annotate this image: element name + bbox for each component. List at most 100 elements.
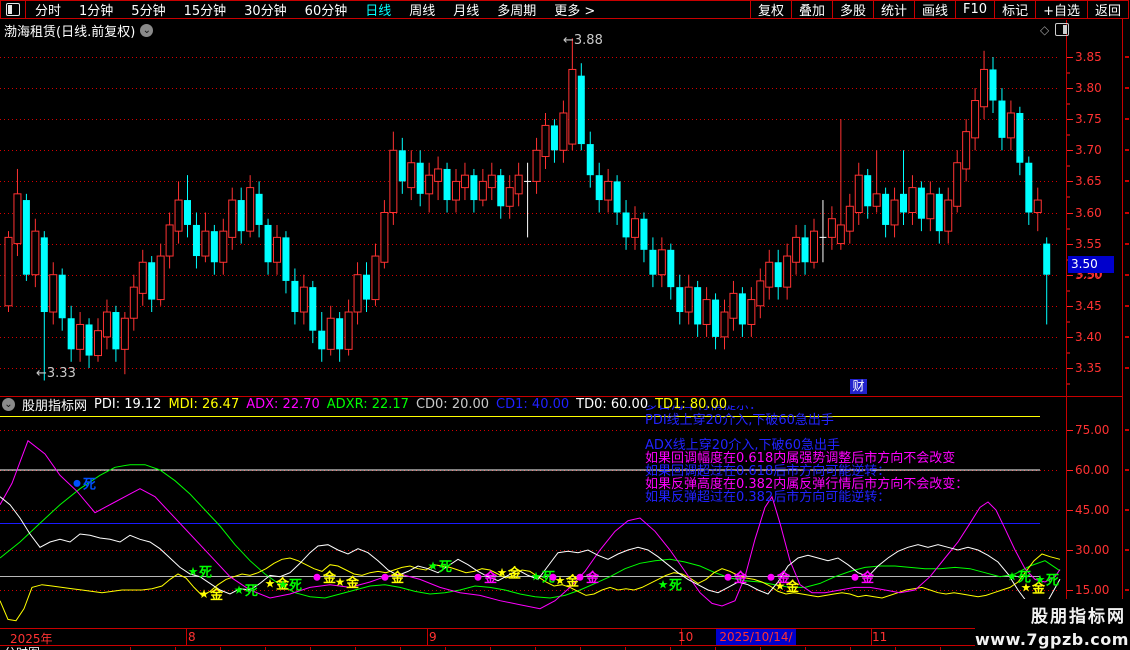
date-axis-tick [186, 629, 187, 645]
toolbar-right-buttons: 复权叠加多股统计画线F10标记+自选返回 [750, 1, 1128, 18]
axis-tick [1125, 429, 1129, 431]
svg-text:死: 死 [669, 579, 682, 594]
toolbar-button[interactable]: F10 [955, 1, 994, 18]
timeframe-list: 分时1分钟5分钟15分钟30分钟60分钟日线周线月线多周期更多 > [26, 0, 604, 20]
price-axis-label: 3.85 [1075, 50, 1117, 64]
indicator-value: ADX: 22.70 [246, 397, 320, 412]
date-axis-label: 8 [188, 630, 196, 644]
axis-tick [1125, 509, 1129, 511]
svg-text:金: 金 [345, 575, 360, 591]
timeframe-item[interactable]: 60分钟 [296, 4, 357, 19]
axis-tick [1125, 87, 1129, 89]
window-split-icon [6, 3, 20, 16]
svg-text:★: ★ [497, 566, 508, 580]
timeframe-item[interactable]: 更多 > [545, 4, 604, 19]
timeframe-item[interactable]: 日线 [356, 4, 400, 19]
svg-text:★: ★ [775, 579, 786, 593]
toolbar-button[interactable]: 统计 [873, 1, 914, 18]
indicator-axis-label: 60.00 [1075, 463, 1117, 477]
svg-text:★: ★ [531, 570, 542, 584]
indicator-dropdown-icon[interactable]: ⌄ [2, 398, 15, 411]
toolbar-button[interactable]: 标记 [994, 1, 1035, 18]
svg-text:★: ★ [1035, 572, 1046, 586]
svg-text:★: ★ [1021, 580, 1032, 594]
timeframe-item[interactable]: 5分钟 [122, 4, 174, 19]
svg-text:★: ★ [335, 575, 346, 589]
svg-text:金: 金 [507, 566, 522, 582]
window-control-button[interactable] [1, 1, 26, 18]
indicator-value: TD0: 60.00 [576, 397, 648, 412]
price-axis-label: 3.75 [1075, 112, 1117, 126]
cross-markers: 死★死★金★死★金★死金★金金★死金★金★死★金金★死金金★金金★死★金★死 [74, 477, 1060, 603]
price-axis-label: 3.70 [1075, 143, 1117, 157]
axis-tick [1125, 469, 1129, 471]
timeframe-item[interactable]: 15分钟 [175, 4, 236, 19]
top-toolbar: 分时1分钟5分钟15分钟30分钟60分钟日线周线月线多周期更多 > 复权叠加多股… [0, 0, 1129, 19]
svg-text:★: ★ [428, 559, 439, 573]
indicator-value: ADXR: 22.17 [327, 397, 409, 412]
indicator-value: PDI: 19.12 [94, 397, 161, 412]
stock-title-row: 渤海租赁(日线.前复权) ⌄ [4, 21, 153, 40]
current-price-tag: 3.50 [1068, 256, 1114, 273]
title-dropdown-icon[interactable]: ⌄ [140, 24, 153, 37]
timeframe-item[interactable]: 周线 [400, 4, 444, 19]
svg-text:金: 金 [585, 570, 600, 586]
svg-text:死: 死 [289, 579, 302, 594]
candles [5, 38, 1050, 380]
chart-corner-icons: ◇ [1040, 23, 1069, 36]
indicator-value: CD1: 40.00 [496, 397, 569, 412]
svg-text:★: ★ [188, 564, 199, 578]
axis-tick [1125, 212, 1129, 214]
svg-text:死: 死 [1046, 573, 1059, 588]
stock-title: 渤海租赁(日线.前复权) [4, 21, 135, 40]
axis-tick [1125, 56, 1129, 58]
toolbar-button[interactable]: 叠加 [791, 1, 832, 18]
indicator-value: TD1: 80.00 [655, 397, 727, 412]
timeframe-item[interactable]: 30分钟 [235, 4, 296, 19]
indicator-name: 股朋指标网 [22, 395, 87, 414]
axis-tick [1125, 274, 1129, 276]
svg-text:★: ★ [658, 578, 669, 592]
toolbar-button[interactable]: 返回 [1087, 1, 1128, 18]
maximize-panel-icon[interactable] [1055, 23, 1069, 36]
timeframe-item[interactable]: 1分钟 [70, 4, 122, 19]
date-axis-label: 10 [678, 630, 693, 644]
price-axis-label: 3.60 [1075, 206, 1117, 220]
timeframe-item[interactable]: 月线 [444, 4, 488, 19]
svg-text:★: ★ [1007, 570, 1018, 584]
indicator-chart[interactable]: 死★死★金★死★金★死金★金金★死金★金★死★金金★死金金★金金★死★金★死 [0, 413, 1122, 628]
axis-tick [1125, 149, 1129, 151]
axis-tick [1125, 336, 1129, 338]
axis-tick [1125, 180, 1129, 182]
timeframe-item[interactable]: 分时 [26, 4, 70, 19]
date-axis[interactable] [0, 628, 1122, 646]
right-scroll-gutter[interactable] [1122, 0, 1130, 650]
svg-text:死: 死 [245, 584, 258, 599]
svg-text:★: ★ [555, 574, 566, 588]
date-axis-tick [427, 629, 428, 645]
svg-text:金: 金 [860, 570, 875, 586]
svg-text:金: 金 [785, 579, 800, 595]
trading-app-window: 分时1分钟5分钟15分钟30分钟60分钟日线周线月线多周期更多 > 复权叠加多股… [0, 0, 1130, 650]
watermark: 股朋指标网 www.7gpzb.com [975, 599, 1128, 650]
watermark-url: www.7gpzb.com [975, 630, 1126, 649]
financial-report-badge[interactable]: 财 [850, 379, 867, 394]
indicator-axis-label: 75.00 [1075, 423, 1117, 437]
toolbar-button[interactable]: 多股 [832, 1, 873, 18]
svg-text:死: 死 [83, 477, 96, 492]
axis-tick [1125, 367, 1129, 369]
toolbar-button[interactable]: 复权 [750, 1, 791, 18]
svg-text:金: 金 [209, 587, 224, 603]
diamond-icon[interactable]: ◇ [1040, 24, 1049, 36]
main-candlestick-chart[interactable] [0, 20, 1122, 396]
axis-tick [1125, 118, 1129, 120]
low-price-annotation: ←3.33 [36, 366, 76, 381]
svg-text:金: 金 [390, 570, 405, 586]
price-axis-label: 3.80 [1075, 81, 1117, 95]
date-axis-label: 9 [429, 630, 437, 644]
toolbar-button[interactable]: 画线 [914, 1, 955, 18]
toolbar-button[interactable]: +自选 [1035, 1, 1087, 18]
timeframe-item[interactable]: 多周期 [488, 4, 545, 19]
indicator-value: MDI: 26.47 [168, 397, 239, 412]
price-axis-label: 3.40 [1075, 330, 1117, 344]
